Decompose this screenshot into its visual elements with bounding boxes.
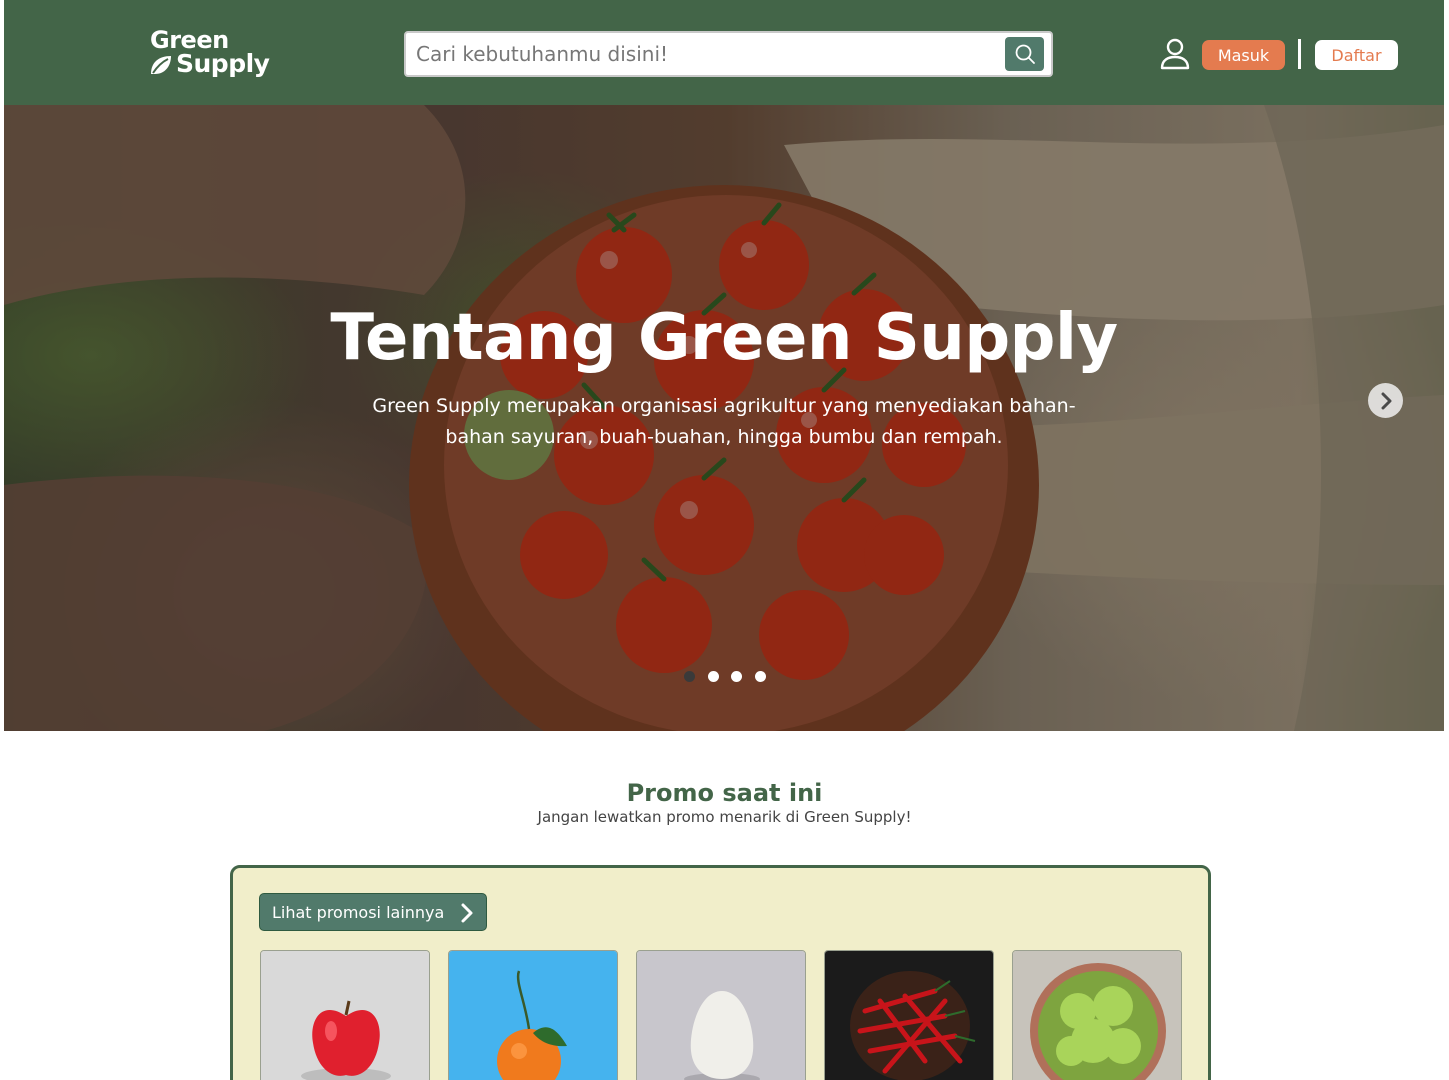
orange-image [449,951,617,1080]
leaf-icon [151,56,171,74]
header-divider [1298,39,1301,69]
promo-card-chili[interactable] [824,950,994,1080]
more-promo-label: Lihat promosi lainnya [272,902,445,922]
more-promo-button[interactable]: Lihat promosi lainnya [259,893,487,931]
carousel-next-button[interactable] [1368,383,1403,418]
promo-container: Lihat promosi lainnya [230,865,1211,1080]
promo-card-apple[interactable] [260,950,430,1080]
search-bar [404,31,1053,77]
chili-image [825,951,993,1080]
promo-card-egg[interactable] [636,950,806,1080]
promo-subtitle: Jangan lewatkan promo menarik di Green S… [537,808,912,826]
chevron-right-icon [461,903,473,923]
logo-text-line2: Supply [176,49,270,78]
apple-image [261,951,429,1080]
carousel-dot-4[interactable] [755,671,766,682]
promo-title: Promo saat ini [626,779,823,807]
hero-carousel: Tentang Green Supply Green Supply merupa… [4,105,1444,731]
promo-card-orange[interactable] [448,950,618,1080]
hero-title: Tentang Green Supply [330,301,1118,375]
hero-description: Green Supply merupakan organisasi agriku… [372,395,1076,448]
lettuce-image [1013,951,1181,1080]
search-button[interactable] [1005,37,1044,71]
register-button[interactable]: Daftar [1315,40,1398,70]
search-input[interactable] [416,38,996,70]
user-icon[interactable] [1160,38,1190,70]
search-icon [1015,44,1035,64]
promo-card-lettuce[interactable] [1012,950,1182,1080]
carousel-dot-2[interactable] [708,671,719,682]
chevron-right-icon [1381,392,1391,409]
logo[interactable]: Green Supply [146,26,286,82]
carousel-indicators [684,671,774,683]
login-button[interactable]: Masuk [1202,40,1285,70]
carousel-dot-3[interactable] [731,671,742,682]
site-header: Green Supply Masuk Daftar [4,0,1444,105]
egg-image [637,951,805,1080]
carousel-dot-1[interactable] [684,671,695,682]
